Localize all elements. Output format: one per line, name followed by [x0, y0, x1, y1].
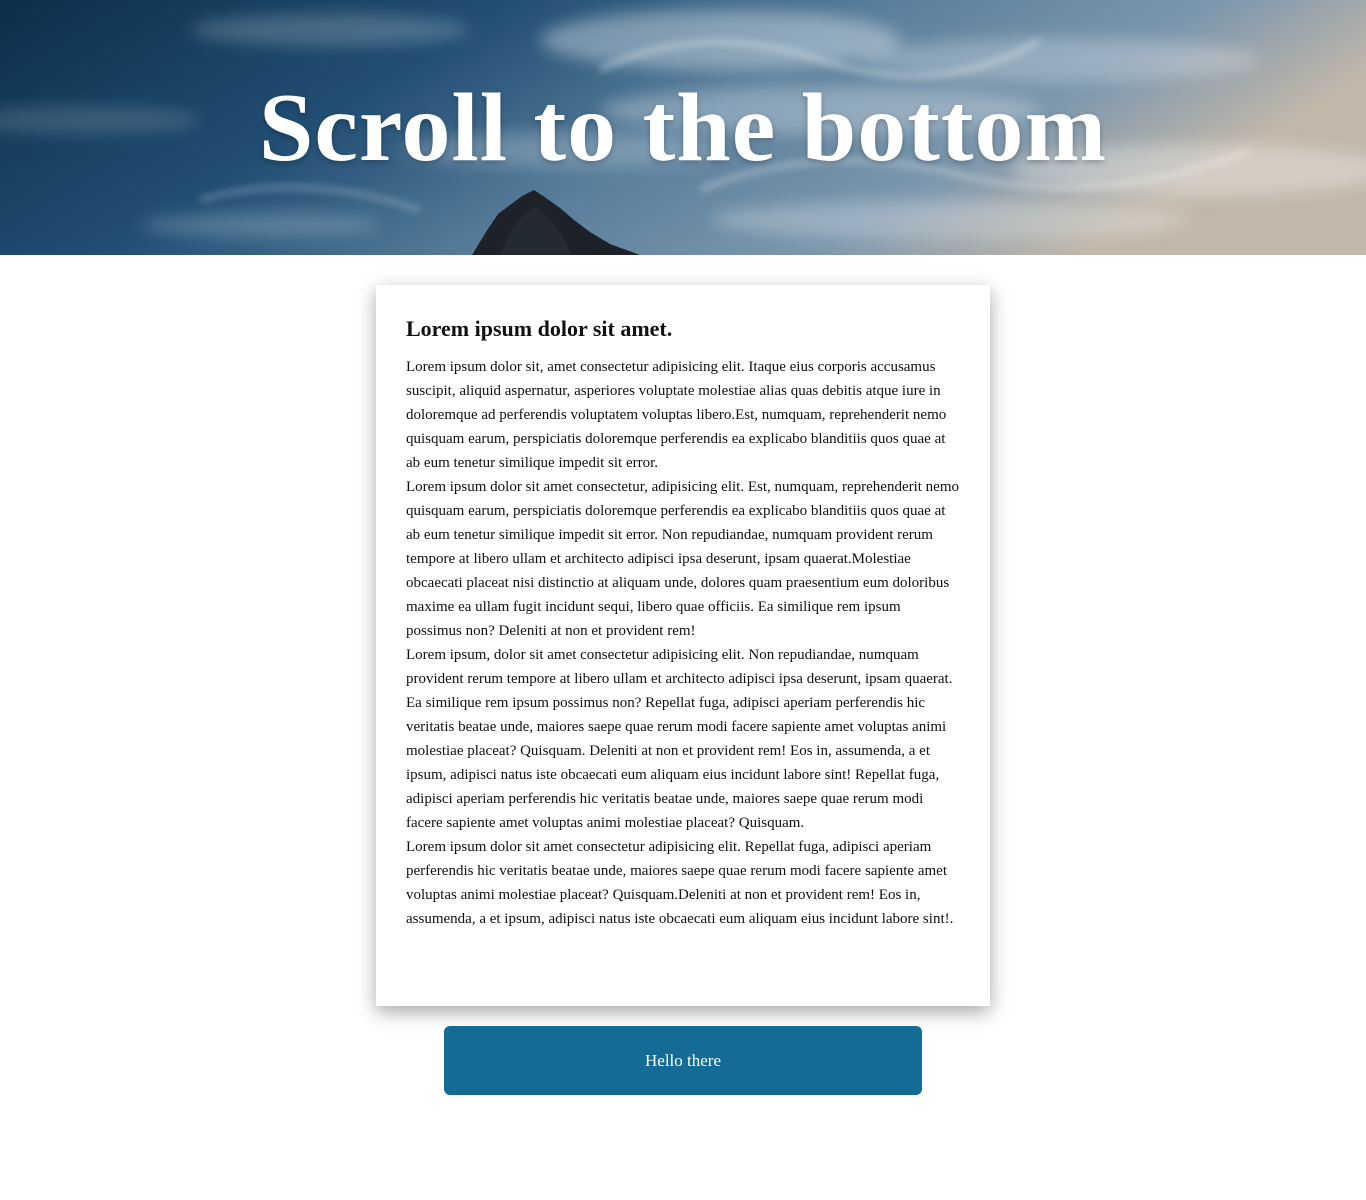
card-paragraph: Lorem ipsum dolor sit amet consectetur, …	[406, 479, 960, 639]
hero-banner: Scroll to the bottom	[0, 0, 1366, 255]
card-paragraph: Lorem ipsum dolor sit, amet consectetur …	[406, 359, 947, 471]
hello-there-button[interactable]: Hello there	[444, 1026, 922, 1095]
content-card: Lorem ipsum dolor sit amet. Lorem ipsum …	[376, 285, 990, 1006]
card-paragraph: Lorem ipsum, dolor sit amet consectetur …	[406, 647, 953, 831]
card-body: Lorem ipsum dolor sit, amet consectetur …	[406, 355, 960, 931]
page-title: Scroll to the bottom	[258, 74, 1108, 182]
card-title: Lorem ipsum dolor sit amet.	[406, 316, 673, 341]
card-paragraph: Lorem ipsum dolor sit amet consectetur a…	[406, 839, 954, 927]
